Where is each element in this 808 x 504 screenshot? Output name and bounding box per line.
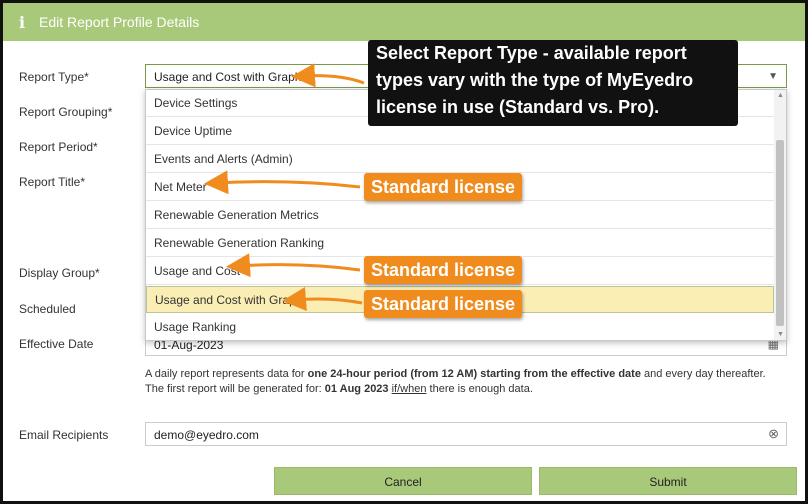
- email-recipients-value: demo@eyedro.com: [154, 428, 259, 442]
- email-recipients-field[interactable]: demo@eyedro.com ⊗: [145, 422, 787, 446]
- note-text-3: there is enough data.: [426, 383, 533, 395]
- report-type-label: Report Type*: [19, 70, 89, 84]
- display-group-label: Display Group*: [19, 266, 100, 280]
- callout-line-3: license in use (Standard vs. Pro).: [376, 97, 660, 117]
- option-renewable-generation-metrics[interactable]: Renewable Generation Metrics: [146, 202, 774, 229]
- option-events-and-alerts[interactable]: Events and Alerts (Admin): [146, 146, 774, 173]
- scrollbar-thumb[interactable]: [776, 140, 784, 326]
- scroll-down-icon[interactable]: ▼: [777, 331, 784, 338]
- standard-license-badge-usage-cost-graph: Standard license: [364, 290, 523, 318]
- dialog-title: Edit Report Profile Details: [39, 14, 200, 30]
- dialog-titlebar: i Edit Report Profile Details: [3, 3, 805, 41]
- chevron-down-icon[interactable]: ▼: [768, 71, 778, 82]
- note-text-1: A daily report represents data for: [145, 368, 308, 380]
- effective-date-label: Effective Date: [19, 337, 94, 351]
- schedule-note: A daily report represents data for one 2…: [145, 367, 785, 397]
- option-usage-ranking[interactable]: Usage Ranking: [146, 314, 774, 341]
- cancel-button[interactable]: Cancel: [274, 467, 532, 495]
- scroll-up-icon[interactable]: ▲: [777, 92, 784, 99]
- callout-line-2: types vary with the type of MyEyedro: [376, 70, 694, 90]
- clear-icon[interactable]: ⊗: [768, 426, 779, 442]
- email-recipients-label: Email Recipients: [19, 428, 109, 442]
- report-grouping-label: Report Grouping*: [19, 105, 113, 119]
- report-period-label: Report Period*: [19, 140, 98, 154]
- info-icon: i: [19, 12, 26, 32]
- callout-line-1: Select Report Type - available report: [376, 43, 687, 63]
- note-bold-1: one 24-hour period (from 12 AM) starting…: [307, 368, 641, 380]
- submit-button[interactable]: Submit: [539, 467, 797, 495]
- standard-license-badge-net-meter: Standard license: [364, 173, 523, 201]
- note-bold-date: 01 Aug 2023: [324, 383, 389, 395]
- dropdown-scrollbar[interactable]: ▲ ▼: [774, 90, 786, 340]
- report-title-label: Report Title*: [19, 175, 86, 189]
- scheduled-label: Scheduled: [19, 302, 76, 316]
- report-type-value: Usage and Cost with Graph: [154, 70, 302, 84]
- option-renewable-generation-ranking[interactable]: Renewable Generation Ranking: [146, 230, 774, 257]
- report-type-callout: Select Report Type - available report ty…: [368, 40, 738, 126]
- if-when-link[interactable]: if/when: [392, 383, 427, 395]
- standard-license-badge-usage-cost: Standard license: [364, 256, 523, 284]
